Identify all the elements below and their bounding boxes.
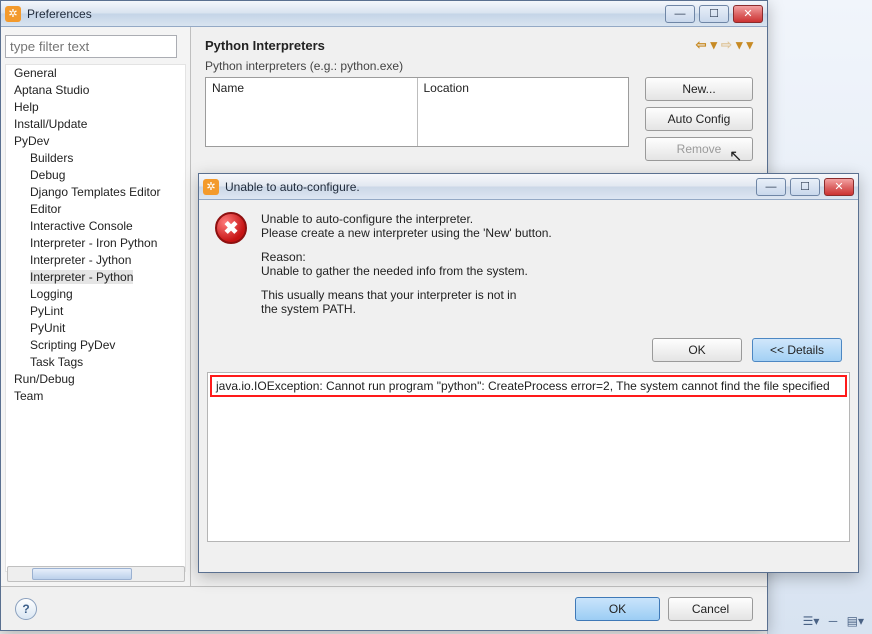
error-titlebar[interactable]: ✲ Unable to auto-configure. — ☐ ✕ (199, 174, 858, 200)
error-title: Unable to auto-configure. (225, 180, 756, 194)
cancel-button[interactable]: Cancel (668, 597, 753, 621)
tree-item-logging[interactable]: Logging (30, 286, 185, 303)
window-title: Preferences (27, 7, 665, 21)
tree-item-general[interactable]: General (14, 65, 185, 82)
tree-hscroll[interactable] (7, 566, 185, 582)
error-ok-button[interactable]: OK (652, 338, 742, 362)
col-location[interactable]: Location (418, 78, 629, 146)
history-nav: ⇦▾ ⇨▾ ▾ (696, 37, 753, 53)
minimize-icon[interactable]: ─ (829, 614, 838, 628)
scroll-thumb[interactable] (32, 568, 132, 580)
tree-item-pylint[interactable]: PyLint (30, 303, 185, 320)
gear-icon: ✲ (5, 6, 21, 22)
preferences-titlebar[interactable]: ✲ Preferences — ☐ ✕ (1, 1, 767, 27)
tree-item-team[interactable]: Team (14, 388, 185, 405)
forward-menu-icon[interactable]: ▾ (736, 37, 743, 53)
err-maximize-button[interactable]: ☐ (790, 178, 820, 196)
tree-item-jython[interactable]: Interpreter - Jython (30, 252, 185, 269)
back-menu-icon[interactable]: ▾ (711, 37, 718, 53)
tree-item-pydev[interactable]: PyDev Builders Debug Django Templates Ed… (14, 133, 185, 371)
dialog-button-bar: ? OK Cancel (1, 586, 767, 630)
tree-item-tasktags[interactable]: Task Tags (30, 354, 185, 371)
tree-item-python[interactable]: Interpreter - Python (30, 269, 185, 286)
tree-item-pyunit[interactable]: PyUnit (30, 320, 185, 337)
tree-item-console[interactable]: Interactive Console (30, 218, 185, 235)
tree-item-scripting[interactable]: Scripting PyDev (30, 337, 185, 354)
side-toolbar: ☰▾ ─ ▤▾ (797, 614, 864, 628)
back-icon[interactable]: ⇦ (696, 37, 707, 53)
tree-item-help[interactable]: Help (14, 99, 185, 116)
details-pane[interactable]: java.io.IOException: Cannot run program … (207, 372, 850, 542)
exception-text: java.io.IOException: Cannot run program … (216, 379, 830, 393)
err-minimize-button[interactable]: — (756, 178, 786, 196)
auto-config-button[interactable]: Auto Config (645, 107, 753, 131)
minimize-button[interactable]: — (665, 5, 695, 23)
error-dialog: ✲ Unable to auto-configure. — ☐ ✕ ✖ Unab… (198, 173, 859, 573)
tree-item-builders[interactable]: Builders (30, 150, 185, 167)
tree-item-editor[interactable]: Editor (30, 201, 185, 218)
error-icon: ✖ (215, 212, 247, 244)
error-message: Unable to auto-configure the interpreter… (261, 212, 552, 326)
new-button[interactable]: New... (645, 77, 753, 101)
exception-row[interactable]: java.io.IOException: Cannot run program … (210, 375, 847, 397)
menu-icon[interactable]: ▾ (746, 37, 753, 53)
list-icon[interactable]: ▤▾ (847, 614, 864, 628)
tree-pane: General Aptana Studio Help Install/Updat… (1, 27, 191, 586)
forward-icon[interactable]: ⇨ (721, 37, 732, 53)
remove-button[interactable]: Remove (645, 137, 753, 161)
err-close-button[interactable]: ✕ (824, 178, 854, 196)
tree-item-install[interactable]: Install/Update (14, 116, 185, 133)
help-icon[interactable]: ? (15, 598, 37, 620)
tree-item-iron[interactable]: Interpreter - Iron Python (30, 235, 185, 252)
interpreter-table[interactable]: Name Location (205, 77, 629, 147)
tree-item-aptana[interactable]: Aptana Studio (14, 82, 185, 99)
maximize-button[interactable]: ☐ (699, 5, 729, 23)
tree-icon[interactable]: ☰▾ (803, 614, 820, 628)
gear-icon: ✲ (203, 179, 219, 195)
tree-item-rundebug[interactable]: Run/Debug (14, 371, 185, 388)
details-button[interactable]: << Details (752, 338, 842, 362)
col-name[interactable]: Name (206, 78, 418, 146)
subheading: Python interpreters (e.g.: python.exe) (205, 59, 753, 73)
page-title: Python Interpreters (205, 38, 325, 53)
tree-item-debug[interactable]: Debug (30, 167, 185, 184)
filter-input[interactable] (5, 35, 177, 58)
preferences-tree[interactable]: General Aptana Studio Help Install/Updat… (5, 64, 186, 572)
close-button[interactable]: ✕ (733, 5, 763, 23)
tree-item-django[interactable]: Django Templates Editor (30, 184, 185, 201)
ok-button[interactable]: OK (575, 597, 660, 621)
